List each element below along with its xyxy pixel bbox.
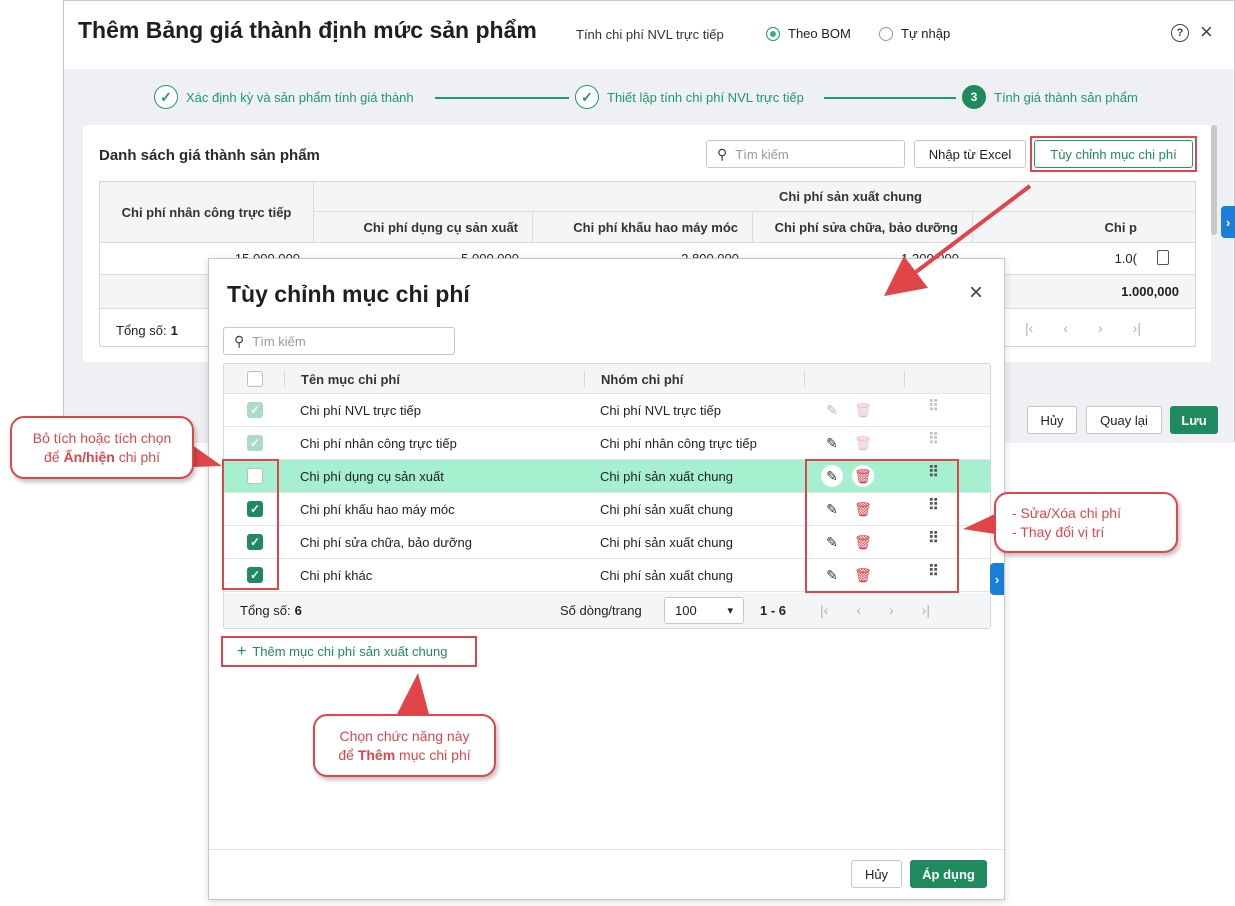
callout-toggle-visibility: Bỏ tích hoặc tích chọn để Ẩn/hiện chi ph… xyxy=(10,416,194,479)
callout-text: Bỏ tích hoặc tích chọn xyxy=(32,429,172,446)
callout-edit-delete: - Sửa/Xóa chi phí - Thay đổi vị trí xyxy=(994,492,1178,553)
callout-pointer xyxy=(963,514,995,534)
arrow-to-modal xyxy=(884,184,1032,297)
callout-text: - Sửa/Xóa chi phí xyxy=(1012,504,1121,521)
callout-pointer xyxy=(395,673,430,718)
callout-text: để Thêm mục chi phí xyxy=(338,746,471,763)
callout-text: để Ẩn/hiện chi phí xyxy=(44,448,160,465)
callout-text: Chọn chức năng này xyxy=(339,727,470,744)
callout-pointer xyxy=(192,445,222,467)
callout-text: - Thay đổi vị trí xyxy=(1012,523,1105,540)
callout-add-item: Chọn chức năng này để Thêm mục chi phí xyxy=(313,714,496,777)
